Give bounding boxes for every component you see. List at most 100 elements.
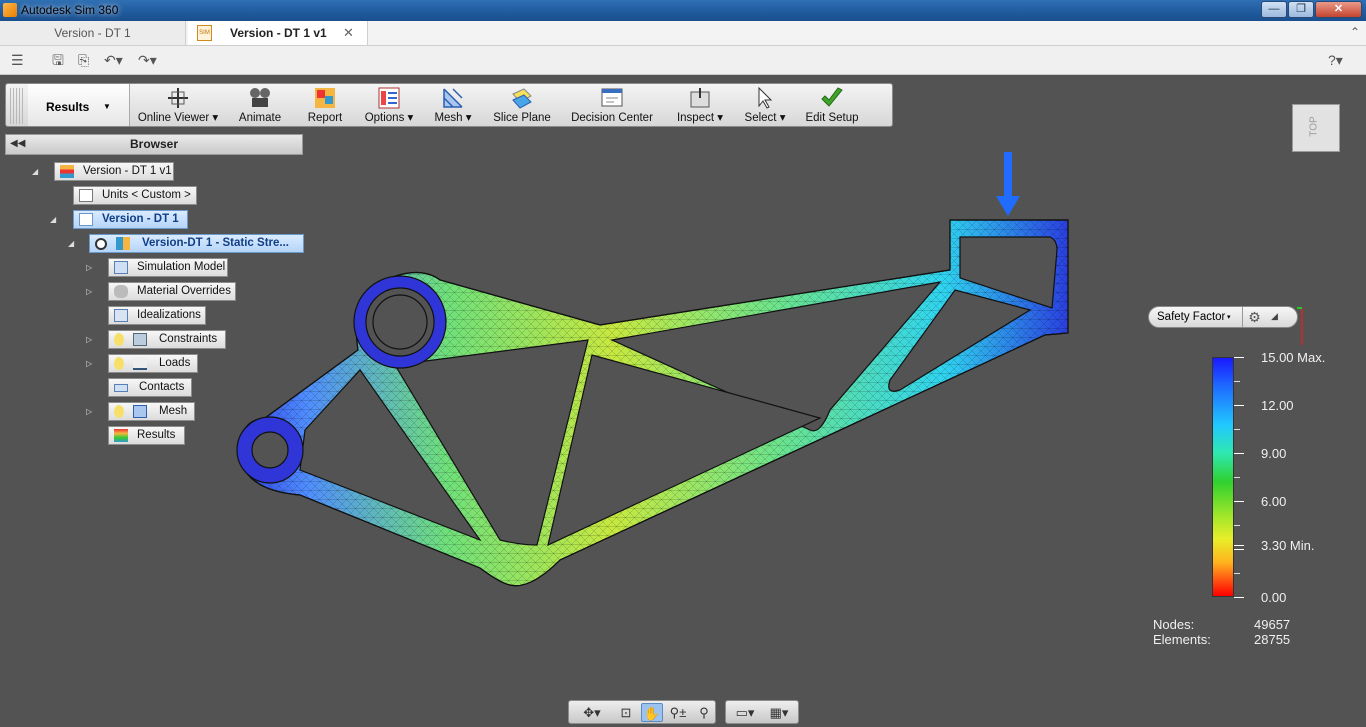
save-as-icon[interactable]: ⎘: [78, 51, 89, 69]
display-group: ▭▾ ▦▾: [725, 700, 799, 724]
collapse-arrow-icon[interactable]: ◢: [32, 167, 40, 177]
nodes-value: 49657: [1254, 617, 1291, 632]
collapse-ribbon-icon[interactable]: ⌃: [1350, 25, 1360, 39]
expand-arrow-icon[interactable]: ▷: [86, 359, 94, 369]
mesh-icon: [443, 88, 463, 108]
contacts-icon: [114, 384, 128, 392]
report-button[interactable]: Report: [300, 84, 350, 126]
zoom-button[interactable]: ⚲±: [667, 703, 689, 722]
legend-min-label: 3.30 Min.: [1261, 538, 1315, 553]
edit-setup-button[interactable]: Edit Setup: [802, 84, 862, 126]
gear-icon[interactable]: ⚙: [1242, 307, 1266, 327]
animate-icon: [250, 88, 270, 107]
tree-node-version-dt1-v1[interactable]: Version - DT 1 v1: [54, 162, 174, 181]
help-button[interactable]: ?▾: [1328, 51, 1343, 69]
browser-panel-header[interactable]: ◀◀ Browser: [5, 134, 303, 155]
report-icon: [315, 88, 335, 108]
legend-label: 12.00: [1261, 398, 1294, 413]
close-tab-button[interactable]: ✕: [343, 21, 354, 45]
viewcube-face-label: TOP: [1308, 116, 1320, 137]
tab-version-dt1[interactable]: Version - DT 1: [0, 21, 186, 45]
options-icon: [378, 87, 400, 109]
slice-plane-button[interactable]: Slice Plane: [490, 84, 554, 126]
undo-button[interactable]: ↶▾: [104, 51, 123, 69]
units-icon: [79, 189, 93, 202]
tree-node-idealizations[interactable]: Idealizations: [108, 306, 206, 325]
axis-triad: [1297, 307, 1303, 345]
collapse-arrow-icon[interactable]: ◢: [68, 239, 76, 249]
environment-label: Results: [46, 100, 90, 114]
options-button[interactable]: Options ▾: [362, 84, 416, 126]
document-tab-bar: Version - DT 1 SIM Version - DT 1 v1 ✕ ⌃: [0, 21, 1366, 46]
tree-node-constraints[interactable]: Constraints: [108, 330, 226, 349]
result-type-dropdown[interactable]: Safety Factor ▾ ⚙ ◢: [1148, 306, 1298, 328]
tree-node-loads[interactable]: Loads: [108, 354, 198, 373]
lightbulb-icon[interactable]: [114, 357, 124, 370]
look-at-button[interactable]: ⊡: [615, 703, 637, 722]
save-icon[interactable]: 🖫: [52, 51, 64, 69]
idealizations-icon: [114, 309, 128, 322]
collapse-arrow-icon[interactable]: ◢: [50, 215, 58, 225]
mesh-button[interactable]: Mesh ▾: [430, 84, 476, 126]
tab-version-dt1-v1[interactable]: SIM Version - DT 1 v1 ✕: [188, 21, 368, 45]
tree-node-results[interactable]: Results: [108, 426, 185, 445]
legend-label: 0.00: [1261, 590, 1287, 605]
expand-arrow-icon[interactable]: ▷: [86, 335, 94, 345]
zoom-fit-button[interactable]: ⚲: [693, 703, 715, 722]
viewcube[interactable]: TOP: [1292, 104, 1340, 152]
ribbon-grip[interactable]: [10, 88, 24, 124]
simulation-model-icon: [114, 261, 128, 274]
lightbulb-icon[interactable]: [114, 405, 124, 418]
expand-arrow-icon[interactable]: ▷: [86, 263, 94, 273]
inspect-button[interactable]: Inspect ▾: [672, 84, 728, 126]
elements-value: 28755: [1254, 632, 1291, 647]
slice-plane-icon: [512, 88, 532, 109]
environment-selector[interactable]: Results ▼: [28, 84, 130, 126]
legend-max-label: 15.00 Max.: [1261, 350, 1326, 365]
select-button[interactable]: Select ▾: [740, 84, 790, 126]
tree-node-static-stress-study[interactable]: Version-DT 1 - Static Stre...: [89, 234, 304, 253]
grid-settings-button[interactable]: ▦▾: [764, 703, 794, 722]
check-icon: [821, 87, 843, 107]
maximize-button[interactable]: ❐: [1288, 1, 1314, 18]
decision-center-icon: [601, 88, 623, 107]
load-icon: [133, 357, 147, 370]
expand-arrow-icon[interactable]: ▷: [86, 407, 94, 417]
expand-arrow-icon[interactable]: ▷: [86, 287, 94, 297]
tree-node-mesh[interactable]: Mesh: [108, 402, 195, 421]
title-bar: Autodesk Sim 360 — ❐ ✕: [0, 0, 1366, 21]
legend-options-icon[interactable]: ◢: [1271, 311, 1278, 322]
tab-label: Version - DT 1 v1: [230, 26, 327, 40]
tree-node-simulation-model[interactable]: Simulation Model: [108, 258, 228, 277]
study-icon: [116, 237, 130, 250]
close-window-button[interactable]: ✕: [1315, 1, 1362, 18]
select-icon: [758, 86, 773, 109]
animate-button[interactable]: Animate: [232, 84, 288, 126]
orbit-button[interactable]: ✥▾: [577, 703, 607, 722]
online-viewer-icon: [168, 88, 188, 108]
pan-button[interactable]: ✋: [641, 703, 663, 722]
constraint-icon: [133, 333, 147, 346]
chevron-down-icon: ▼: [103, 102, 111, 111]
navigation-bar: ✥▾ ⊡ ✋ ⚲± ⚲ ▭▾ ▦▾: [568, 700, 799, 725]
browser-title: Browser: [129, 137, 179, 151]
online-viewer-button[interactable]: Online Viewer ▾: [136, 84, 220, 126]
tree-node-version-dt1[interactable]: Version - DT 1: [73, 210, 188, 229]
legend-label: 6.00: [1261, 494, 1287, 509]
application-menu-button[interactable]: ☰: [11, 51, 24, 69]
nodes-label: Nodes:: [1153, 617, 1195, 632]
decision-center-button[interactable]: Decision Center: [568, 84, 656, 126]
tree-node-material-overrides[interactable]: Material Overrides: [108, 282, 236, 301]
document-icon: [60, 165, 74, 178]
mesh-statistics: Nodes: 49657 Elements: 28755: [1153, 617, 1290, 647]
app-logo-icon: [3, 3, 17, 17]
window-title: Autodesk Sim 360: [21, 3, 119, 17]
tree-node-units[interactable]: Units < Custom >: [73, 186, 197, 205]
active-study-radio-icon[interactable]: [95, 238, 107, 250]
lightbulb-icon[interactable]: [114, 333, 124, 346]
results-icon: [114, 429, 128, 442]
tree-node-contacts[interactable]: Contacts: [108, 378, 192, 397]
display-settings-button[interactable]: ▭▾: [730, 703, 760, 722]
minimize-button[interactable]: —: [1261, 1, 1287, 18]
redo-button[interactable]: ↷▾: [138, 51, 157, 69]
